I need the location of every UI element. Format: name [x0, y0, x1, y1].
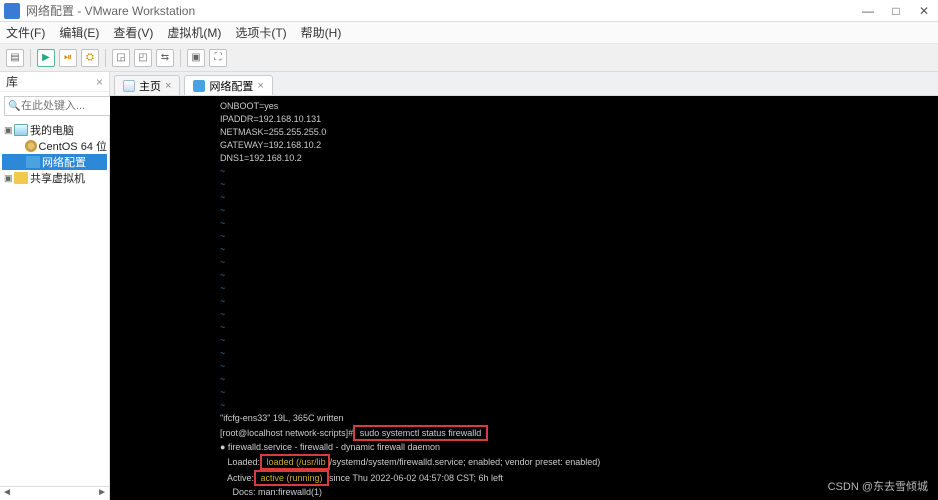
network-icon: [193, 80, 205, 92]
main-area: 库 × 🔍 ▾ ▣ 我的电脑 CentOS 64 位 网络配置: [0, 72, 938, 500]
toolbar-separator: [30, 49, 31, 67]
menu-vm[interactable]: 虚拟机(M): [167, 24, 221, 41]
term-line: IPADDR=192.168.10.131: [220, 114, 321, 124]
term-tilde: ~: [220, 283, 225, 293]
tab-network[interactable]: 网络配置 ×: [184, 75, 272, 95]
tree-node-network[interactable]: 网络配置: [2, 154, 107, 170]
network-icon: [26, 156, 40, 168]
term-line: ● firewalld.service - firewalld - dynami…: [220, 442, 440, 452]
tree-label: 我的电脑: [30, 122, 74, 138]
toolbar-btn-a[interactable]: ◲: [112, 49, 130, 67]
shared-icon: [14, 172, 28, 184]
toolbar-library-icon[interactable]: ▤: [6, 49, 24, 67]
term-line: NETMASK=255.255.255.0: [220, 127, 326, 137]
term-tilde: ~: [220, 231, 225, 241]
term-tilde: ~: [220, 322, 225, 332]
term-line: DNS1=192.168.10.2: [220, 153, 302, 163]
tab-strip: 主页 × 网络配置 ×: [110, 72, 938, 96]
tree-node-my-computer[interactable]: ▣ 我的电脑: [2, 122, 107, 138]
content-area: 主页 × 网络配置 × ONBOOT=yes IPADDR=192.168.10…: [110, 72, 938, 500]
term-tilde: ~: [220, 374, 225, 384]
title-bar: 网络配置 - VMware Workstation — □ ✕: [0, 0, 938, 22]
highlight-loaded: loaded (/usr/lib: [260, 454, 330, 470]
term-active-label: Active:: [220, 473, 254, 483]
search-icon: 🔍: [8, 101, 20, 112]
term-tilde: ~: [220, 244, 225, 254]
menu-edit[interactable]: 编辑(E): [59, 24, 99, 41]
home-icon: [123, 80, 135, 92]
toolbar-btn-d[interactable]: ▣: [187, 49, 205, 67]
toolbar-snapshot-icon[interactable]: ⏯: [59, 49, 77, 67]
toolbar-separator: [105, 49, 106, 67]
vm-console[interactable]: ONBOOT=yes IPADDR=192.168.10.131 NETMASK…: [110, 96, 938, 500]
term-line: GATEWAY=192.168.10.2: [220, 140, 321, 150]
menu-file[interactable]: 文件(F): [6, 24, 45, 41]
sidebar-search: 🔍 ▾: [4, 96, 105, 116]
close-button[interactable]: ✕: [914, 4, 934, 18]
term-tilde: ~: [220, 218, 225, 228]
tree-label: CentOS 64 位: [39, 138, 107, 154]
term-tilde: ~: [220, 387, 225, 397]
centos-icon: [25, 140, 37, 152]
tree-twisty-icon[interactable]: ▣: [4, 173, 14, 184]
menu-view[interactable]: 查看(V): [113, 24, 153, 41]
toolbar-settings-icon[interactable]: ⛭: [81, 49, 99, 67]
window-controls: — □ ✕: [858, 4, 934, 18]
minimize-button[interactable]: —: [858, 4, 878, 18]
sidebar-header: 库 ×: [0, 72, 109, 92]
menu-bar: 文件(F) 编辑(E) 查看(V) 虚拟机(M) 选项卡(T) 帮助(H): [0, 22, 938, 44]
sidebar-scrollbar[interactable]: ◄►: [0, 486, 109, 500]
toolbar-btn-c[interactable]: ⇆: [156, 49, 174, 67]
term-tilde: ~: [220, 335, 225, 345]
tree-label: 共享虚拟机: [30, 170, 85, 186]
toolbar-power-icon[interactable]: ▶: [37, 49, 55, 67]
tree-node-shared-vms[interactable]: ▣ 共享虚拟机: [2, 170, 107, 186]
sidebar-close-icon[interactable]: ×: [96, 75, 103, 89]
term-tilde: ~: [220, 348, 225, 358]
term-tilde: ~: [220, 361, 225, 371]
term-line: ONBOOT=yes: [220, 101, 278, 111]
term-tilde: ~: [220, 192, 225, 202]
tab-label: 网络配置: [209, 78, 253, 94]
term-tilde: ~: [220, 400, 225, 410]
term-prompt: [root@localhost network-scripts]#: [220, 428, 353, 438]
term-line: "ifcfg-ens33" 19L, 365C written: [220, 413, 343, 423]
highlight-command: sudo systemctl status firewalld: [353, 425, 488, 441]
tab-close-icon[interactable]: ×: [257, 80, 263, 92]
term-tilde: ~: [220, 296, 225, 306]
term-tilde: ~: [220, 257, 225, 267]
term-tilde: ~: [220, 270, 225, 280]
sidebar: 库 × 🔍 ▾ ▣ 我的电脑 CentOS 64 位 网络配置: [0, 72, 110, 500]
library-tree: ▣ 我的电脑 CentOS 64 位 网络配置 ▣ 共享虚拟机: [0, 120, 109, 486]
tab-close-icon[interactable]: ×: [165, 80, 171, 92]
tree-label: 网络配置: [42, 154, 86, 170]
maximize-button[interactable]: □: [886, 4, 906, 18]
tree-node-centos[interactable]: CentOS 64 位: [2, 138, 107, 154]
term-tilde: ~: [220, 309, 225, 319]
app-icon: [4, 3, 20, 19]
menu-help[interactable]: 帮助(H): [301, 24, 342, 41]
sidebar-title: 库: [6, 73, 18, 90]
window-title: 网络配置 - VMware Workstation: [26, 2, 858, 19]
tab-label: 主页: [139, 78, 161, 94]
menu-tabs[interactable]: 选项卡(T): [235, 24, 286, 41]
toolbar: ▤ ▶ ⏯ ⛭ ◲ ◰ ⇆ ▣ ⛶: [0, 44, 938, 72]
term-tilde: ~: [220, 166, 225, 176]
term-line: /systemd/system/firewalld.service; enabl…: [330, 457, 601, 467]
term-tilde: ~: [220, 179, 225, 189]
toolbar-btn-e[interactable]: ⛶: [209, 49, 227, 67]
monitor-icon: [14, 124, 28, 136]
term-line: since Thu 2022-06-02 04:57:08 CST; 6h le…: [329, 473, 503, 483]
tab-home[interactable]: 主页 ×: [114, 75, 180, 95]
term-line: Docs: man:firewalld(1): [220, 487, 322, 497]
term-tilde: ~: [220, 205, 225, 215]
toolbar-btn-b[interactable]: ◰: [134, 49, 152, 67]
toolbar-separator: [180, 49, 181, 67]
highlight-active: active (running): [254, 470, 329, 486]
watermark: CSDN @东去雪倾城: [828, 478, 928, 494]
tree-twisty-icon[interactable]: ▣: [4, 125, 14, 136]
term-loaded-label: Loaded:: [220, 457, 260, 467]
